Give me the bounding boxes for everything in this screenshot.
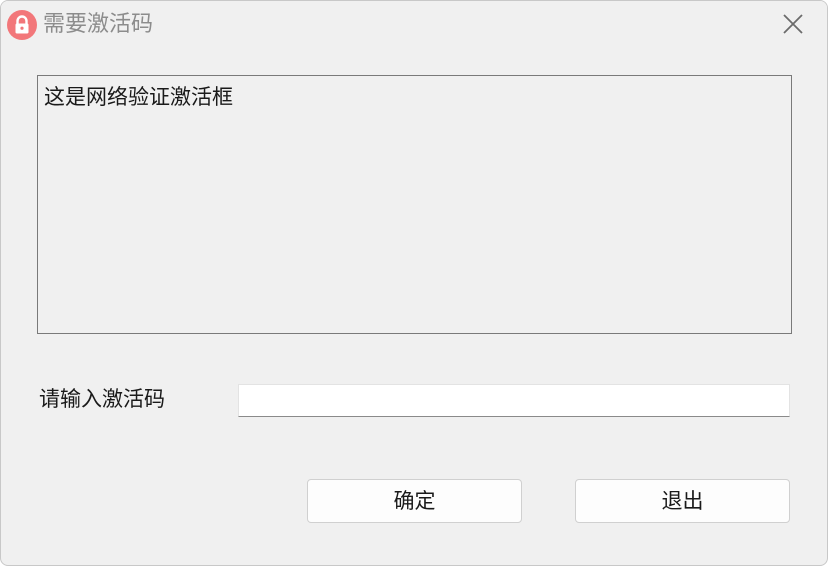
ok-button[interactable]: 确定 xyxy=(307,479,522,523)
activation-code-label: 请输入激活码 xyxy=(39,387,165,411)
message-text: 这是网络验证激活框 xyxy=(44,85,233,109)
exit-button[interactable]: 退出 xyxy=(575,479,790,523)
window-title: 需要激活码 xyxy=(43,12,154,37)
close-button[interactable] xyxy=(771,5,815,45)
lock-icon xyxy=(7,10,37,40)
close-icon xyxy=(783,14,803,34)
activation-code-input[interactable] xyxy=(238,384,790,417)
title-bar: 需要激活码 xyxy=(1,1,827,49)
activation-dialog: 需要激活码 这是网络验证激活框 请输入激活码 确定 退出 xyxy=(0,0,828,566)
message-box: 这是网络验证激活框 xyxy=(37,75,792,334)
